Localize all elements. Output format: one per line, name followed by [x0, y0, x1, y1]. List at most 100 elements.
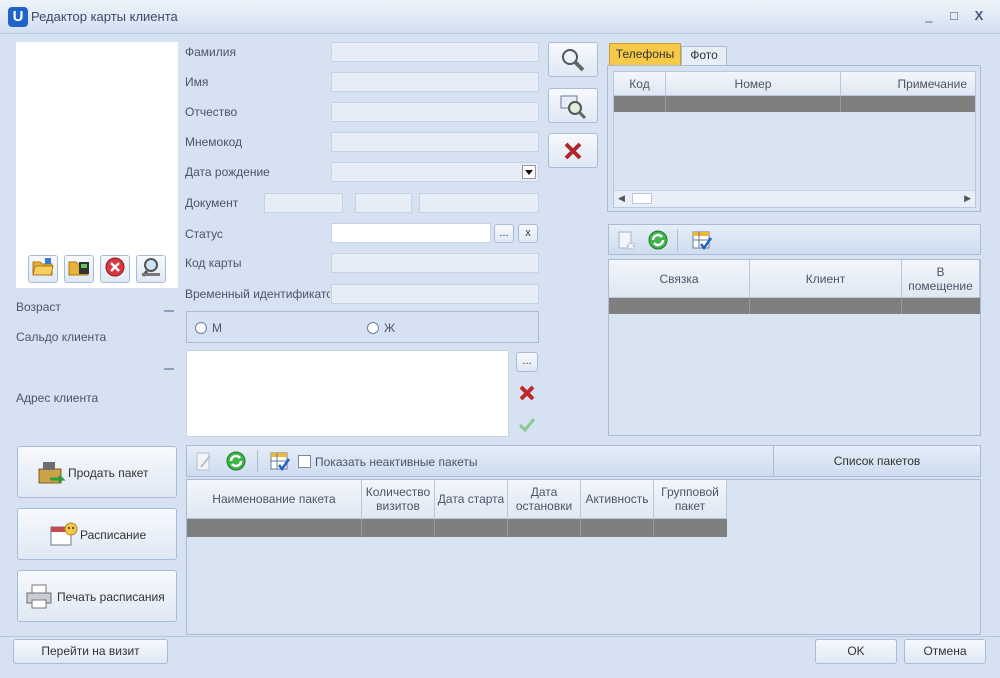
packages-cell	[435, 519, 508, 537]
red-x-icon	[564, 142, 582, 160]
phones-col-number[interactable]: Номер	[666, 72, 841, 96]
mnemocode-label: Мнемокод	[185, 135, 243, 149]
red-x-icon	[519, 385, 535, 401]
packages-cell	[362, 519, 435, 537]
packages-col-visits[interactable]: Количество визитов	[362, 480, 435, 519]
packages-col-start[interactable]: Дата старта	[435, 480, 508, 519]
relations-columns-button[interactable]	[689, 229, 715, 253]
schedule-calendar-icon	[50, 522, 78, 546]
sell-package-button[interactable]: Продать пакет	[17, 446, 177, 498]
webcam-folder-icon	[68, 261, 89, 276]
status-clear-button[interactable]: x	[518, 224, 538, 243]
packages-edit-button[interactable]	[191, 450, 217, 474]
packages-table-row[interactable]	[187, 519, 727, 537]
address-confirm-button[interactable]	[516, 413, 538, 435]
maximize-button[interactable]: □	[943, 6, 965, 26]
surname-input[interactable]	[331, 42, 539, 62]
packages-toolbar: Показать неактивные пакеты Список пакето…	[186, 445, 981, 477]
magnifier-icon	[141, 258, 160, 277]
balance-label: Сальдо клиента	[16, 330, 107, 344]
phones-col-note[interactable]: Примечание	[841, 72, 976, 96]
package-list-button[interactable]: Список пакетов	[774, 446, 980, 476]
card-code-label: Код карты	[185, 256, 242, 270]
search-icon	[562, 49, 585, 72]
delete-photo-button[interactable]	[100, 255, 130, 283]
phones-hscrollbar[interactable]: ◀ ▶	[614, 190, 975, 207]
tab-phones[interactable]: Телефоны	[609, 43, 681, 65]
gender-male-radio[interactable]	[195, 322, 207, 334]
relations-refresh-button[interactable]	[645, 228, 671, 252]
birthdate-dropdown-button[interactable]	[522, 165, 536, 179]
relations-delete-button[interactable]	[614, 229, 640, 253]
age-value-dash	[164, 310, 174, 312]
phones-table-row[interactable]	[614, 96, 975, 112]
clear-search-button[interactable]	[548, 133, 598, 168]
temp-id-label: Временный идентификатор	[185, 287, 330, 301]
card-search-icon	[560, 95, 587, 120]
tab-photo[interactable]: Фото	[681, 46, 727, 65]
packages-col-group[interactable]: Групповой пакет	[654, 480, 727, 519]
relations-cell	[609, 298, 750, 314]
print-schedule-label: Печать расписания	[57, 590, 165, 604]
ok-button[interactable]: OK	[815, 639, 897, 664]
phones-cell	[666, 96, 841, 112]
show-inactive-checkbox[interactable]	[298, 455, 311, 468]
document-series-input[interactable]	[264, 193, 343, 213]
scroll-right-icon[interactable]: ▶	[964, 193, 971, 204]
document-issued-input[interactable]	[419, 193, 539, 213]
address-browse-button[interactable]: ...	[516, 352, 538, 372]
packages-refresh-button[interactable]	[223, 449, 249, 473]
card-code-input[interactable]	[331, 253, 539, 273]
close-button[interactable]: X	[968, 6, 990, 26]
cancel-button[interactable]: Отмена	[904, 639, 986, 664]
packages-cell	[187, 519, 362, 537]
document-edit-icon	[196, 452, 211, 471]
toolbar-separator	[677, 229, 678, 251]
patronymic-input[interactable]	[331, 102, 539, 122]
address-clear-button[interactable]	[516, 382, 538, 404]
camera-photo-button[interactable]	[64, 255, 94, 283]
status-input[interactable]	[331, 223, 491, 243]
title-bar: U Редактор карты клиента _ □ X	[0, 0, 1000, 34]
relations-table-row[interactable]	[609, 298, 980, 314]
chevron-down-icon	[525, 170, 533, 175]
sell-package-label: Продать пакет	[68, 466, 149, 480]
folder-open-icon	[32, 258, 54, 276]
schedule-label: Расписание	[80, 528, 147, 542]
minimize-button[interactable]: _	[918, 6, 940, 26]
phones-cell	[614, 96, 666, 112]
packages-col-stop[interactable]: Дата остановки	[508, 480, 581, 519]
status-browse-button[interactable]: ...	[494, 224, 514, 243]
phones-col-code[interactable]: Код	[614, 72, 666, 96]
gender-male-label: М	[212, 321, 222, 335]
packages-col-activity[interactable]: Активность	[581, 480, 654, 519]
phones-scroll-thumb[interactable]	[632, 193, 652, 204]
load-photo-button[interactable]	[28, 255, 58, 283]
client-photo-area[interactable]	[16, 42, 178, 288]
mnemocode-input[interactable]	[331, 132, 539, 152]
search-card-button[interactable]	[548, 88, 598, 123]
goto-visit-button[interactable]: Перейти на визит	[13, 639, 168, 664]
zoom-photo-button[interactable]	[136, 255, 166, 283]
print-schedule-button[interactable]: Печать расписания	[17, 570, 177, 622]
temp-id-input[interactable]	[331, 284, 539, 304]
birthdate-input[interactable]	[331, 162, 539, 182]
packages-columns-button[interactable]	[267, 450, 293, 474]
cash-register-icon	[38, 462, 66, 484]
relations-cell	[750, 298, 902, 314]
search-client-button[interactable]	[548, 42, 598, 77]
name-input[interactable]	[331, 72, 539, 92]
packages-col-name[interactable]: Наименование пакета	[187, 480, 362, 519]
schedule-button[interactable]: Расписание	[17, 508, 177, 560]
phones-grid: Код Номер Примечание ◀ ▶	[613, 71, 976, 208]
balance-value-dash	[164, 368, 174, 370]
relations-col-in-room[interactable]: В помещение	[902, 260, 980, 298]
gender-female-radio[interactable]	[367, 322, 379, 334]
document-number-input[interactable]	[355, 193, 412, 213]
client-card-editor-window: U Редактор карты клиента _ □ X Возраст С…	[0, 0, 1000, 678]
relations-col-client[interactable]: Клиент	[750, 260, 902, 298]
address-textarea[interactable]	[186, 350, 509, 437]
packages-cell	[581, 519, 654, 537]
scroll-left-icon[interactable]: ◀	[618, 193, 625, 204]
relations-col-link[interactable]: Связка	[609, 260, 750, 298]
